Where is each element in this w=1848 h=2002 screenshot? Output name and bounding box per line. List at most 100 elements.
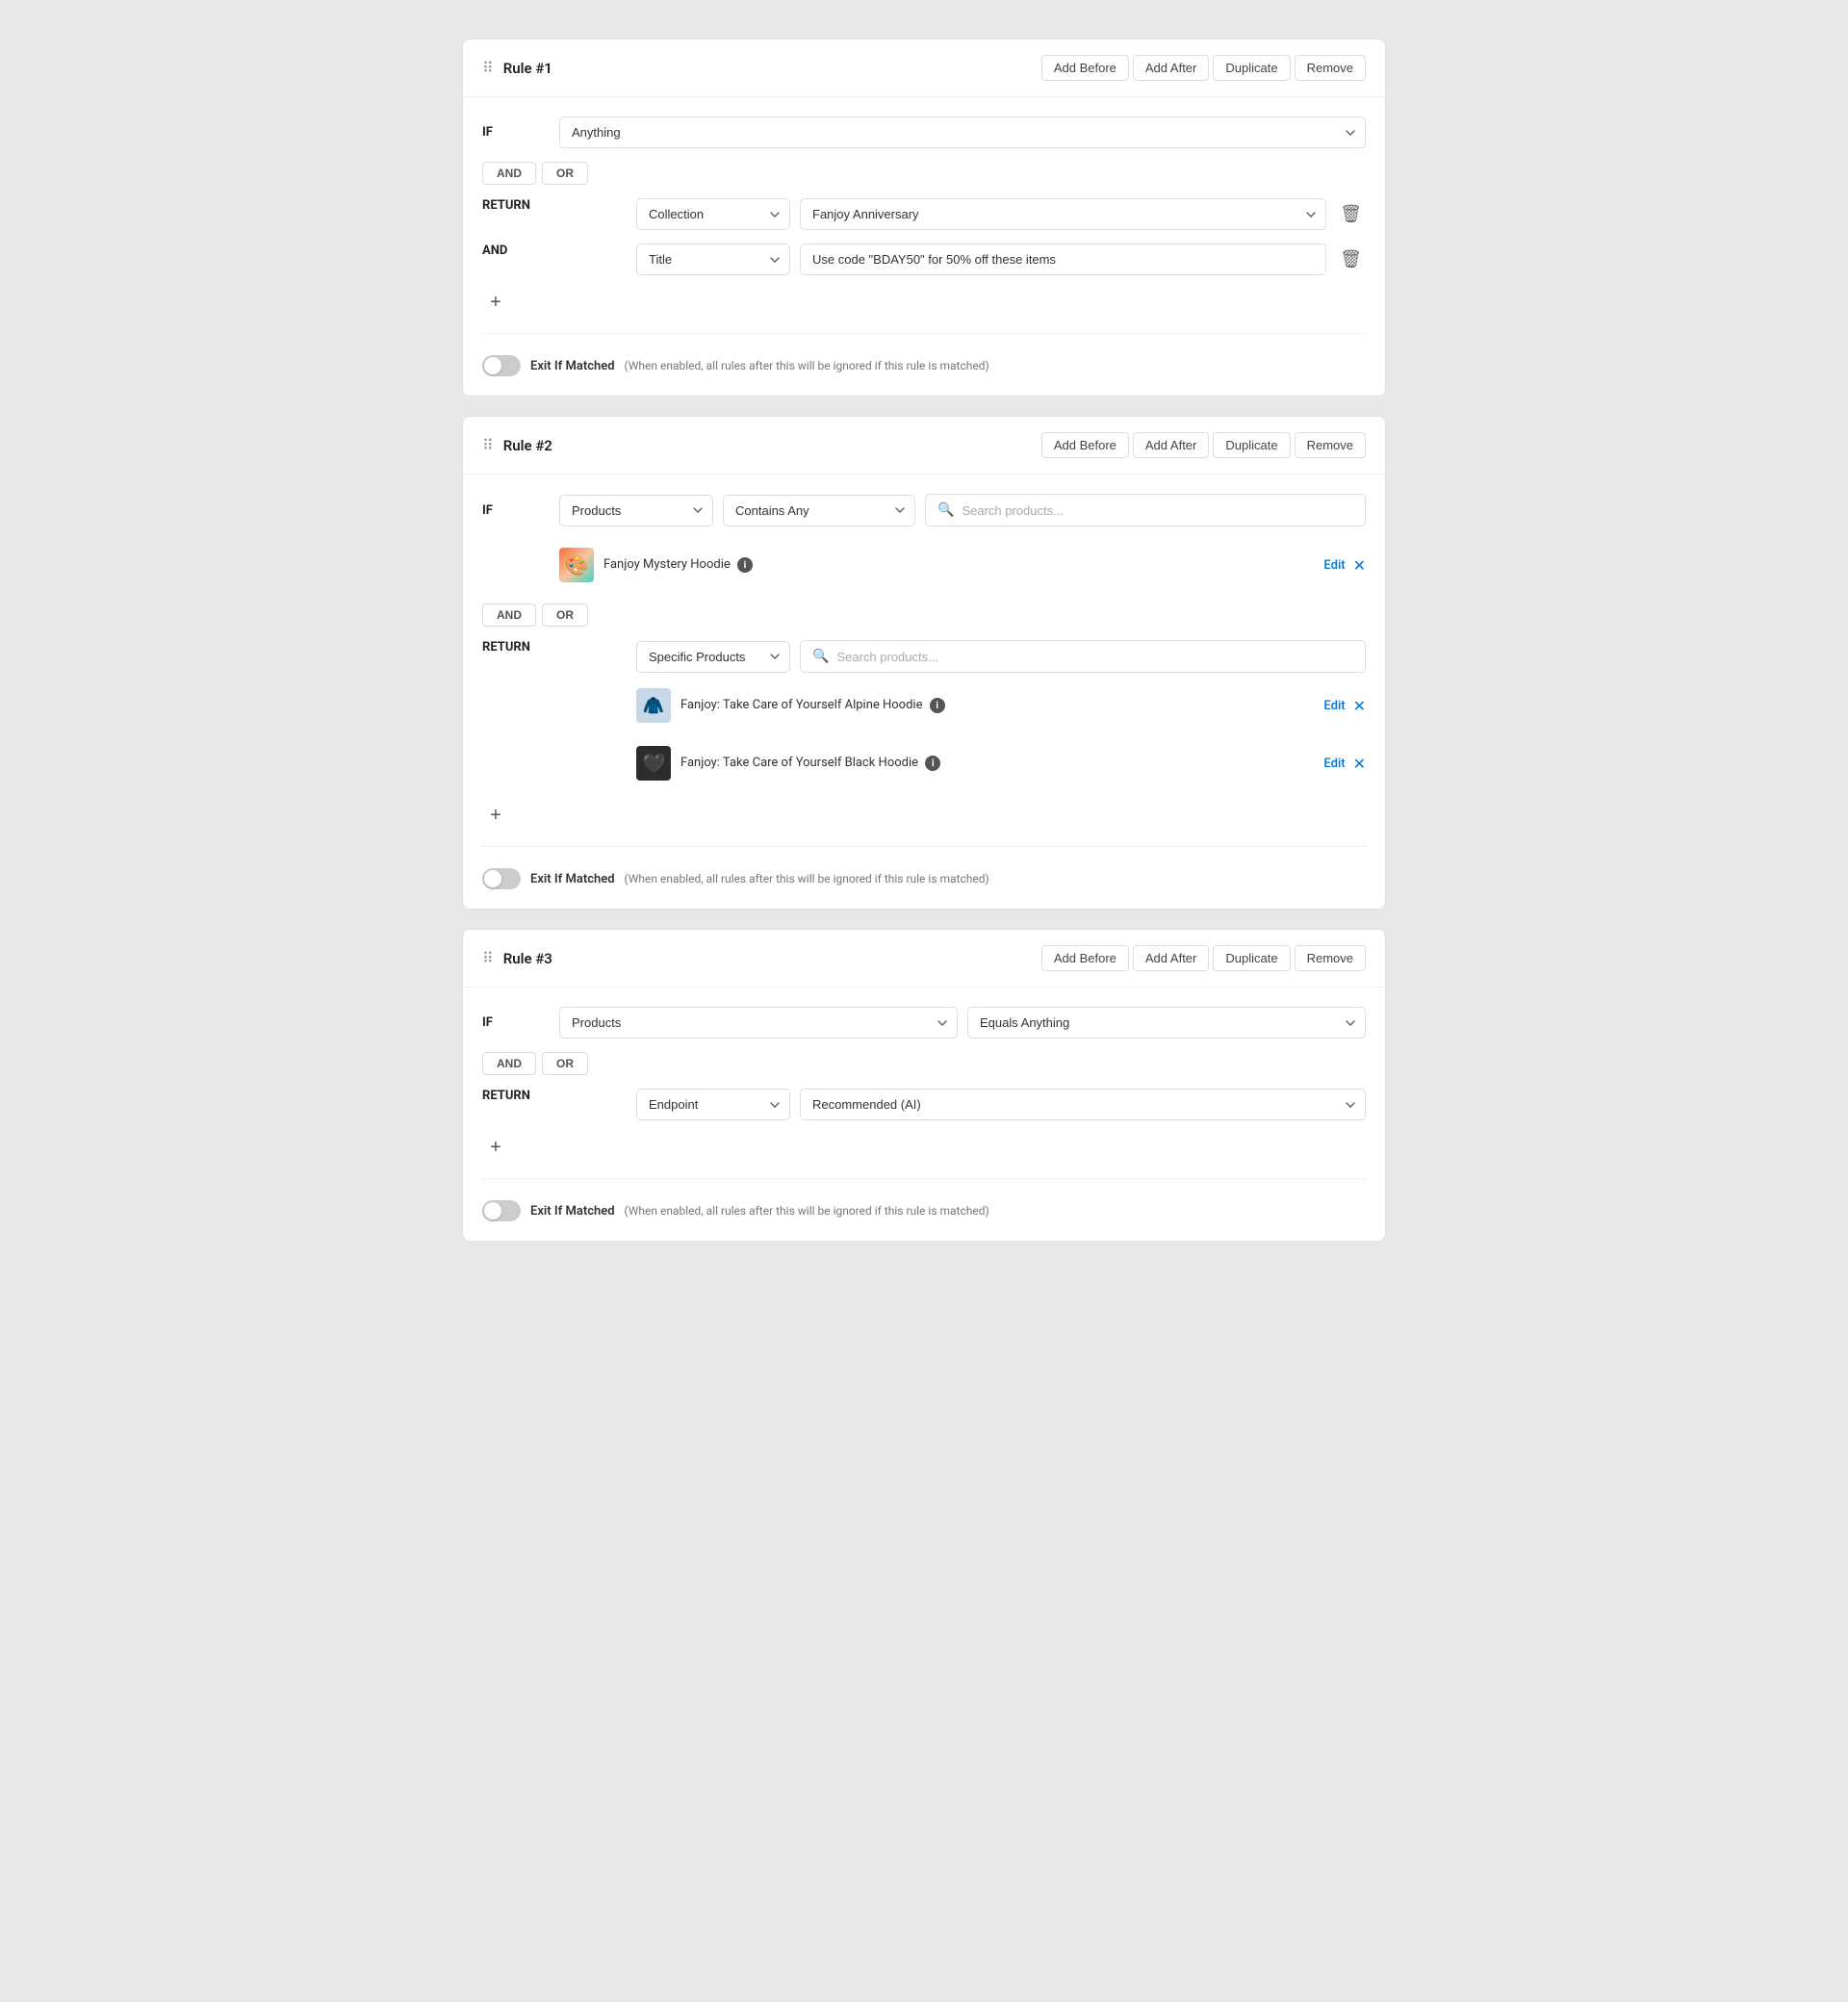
rule-2-return-product-0-info-icon[interactable]: i xyxy=(930,698,945,713)
rule-2-return-block: Specific Products 🔍 🧥 Fanjoy: Take Care … xyxy=(636,640,1366,788)
rule-2-return-product-0-remove-button[interactable]: ✕ xyxy=(1353,697,1366,715)
rule-2-return-product-1-name: Fanjoy: Take Care of Yourself Black Hood… xyxy=(680,756,1314,772)
rule-2-return-product-1-info-icon[interactable]: i xyxy=(925,756,940,771)
rule-2-if-product-0-edit-button[interactable]: Edit xyxy=(1323,558,1345,573)
rule-2-return-product-0-edit-button[interactable]: Edit xyxy=(1323,699,1345,713)
rule-1-return-value-select[interactable]: Fanjoy Anniversary xyxy=(800,198,1326,230)
rule-2-return-row: RETURN Specific Products 🔍 🧥 xyxy=(482,640,1366,788)
rule-1-return-delete-button[interactable]: 🗑 xyxy=(1336,200,1366,228)
rule-3-exit-row: Exit If Matched (When enabled, all rules… xyxy=(482,1196,1366,1221)
rule-1-if-label: IF xyxy=(482,125,550,140)
rule-1-and-block: Title 🗑 xyxy=(636,244,1366,275)
rule-1-exit-hint: (When enabled, all rules after this will… xyxy=(625,359,989,372)
rule-2-add-condition-row: + xyxy=(482,802,1366,829)
rule-2-if-product-0-remove-button[interactable]: ✕ xyxy=(1353,556,1366,575)
rule-2-add-after-button[interactable]: Add After xyxy=(1133,432,1209,458)
rule-2-and-button[interactable]: AND xyxy=(482,603,536,627)
rule-2-search-icon: 🔍 xyxy=(937,502,954,518)
rule-3-if-operator-select[interactable]: Equals Anything xyxy=(967,1007,1366,1039)
rule-2-return-product-1-edit-button[interactable]: Edit xyxy=(1323,757,1345,771)
rule-2-if-product-0-info-icon[interactable]: i xyxy=(737,557,753,573)
rule-2-if-product-0-thumb: 🎨 xyxy=(559,548,594,582)
rule-1-duplicate-button[interactable]: Duplicate xyxy=(1213,55,1290,81)
rule-1-and-field-select[interactable]: Title xyxy=(636,244,790,275)
rule-3-return-label: RETURN xyxy=(482,1089,550,1103)
rule-2-logic-row: AND OR xyxy=(482,603,1366,627)
rule-3-if-row: IF Products Equals Anything xyxy=(482,1007,1366,1039)
rule-3-exit-toggle[interactable] xyxy=(482,1200,521,1221)
rule-3-body: IF Products Equals Anything AND OR RETUR… xyxy=(463,988,1385,1241)
rule-3-return-value-select[interactable]: Recommended (AI) xyxy=(800,1089,1366,1120)
rule-2-return-product-0-name: Fanjoy: Take Care of Yourself Alpine Hoo… xyxy=(680,698,1314,714)
rule-2-body: IF Products Contains Any 🔍 🎨 Fanjoy Myst xyxy=(463,475,1385,909)
rule-1-exit-row: Exit If Matched (When enabled, all rules… xyxy=(482,351,1366,376)
rule-1-and-delete-button[interactable]: 🗑 xyxy=(1336,245,1366,273)
rule-1-and-value-input[interactable] xyxy=(800,244,1326,275)
rule-1-add-condition-row: + xyxy=(482,289,1366,316)
rule-3-duplicate-button[interactable]: Duplicate xyxy=(1213,945,1290,971)
rule-2-return-type-select[interactable]: Specific Products xyxy=(636,641,790,673)
rule-2-return-search-icon: 🔍 xyxy=(812,649,829,664)
rule-2-if-label: IF xyxy=(482,503,550,518)
rule-1-or-button[interactable]: OR xyxy=(542,162,588,185)
rule-2-if-product-0: 🎨 Fanjoy Mystery Hoodie i Edit ✕ xyxy=(559,540,1366,590)
rule-2-if-search-input[interactable] xyxy=(962,503,1353,518)
rule-2-return-label: RETURN xyxy=(482,640,550,654)
rule-1-exit-toggle[interactable] xyxy=(482,355,521,376)
rule-2-toggle-slider xyxy=(482,868,521,889)
rule-1-actions: Add Before Add After Duplicate Remove xyxy=(1041,55,1366,81)
rule-1-return-block: Collection Fanjoy Anniversary 🗑 xyxy=(636,198,1366,230)
rule-1-remove-button[interactable]: Remove xyxy=(1295,55,1366,81)
rule-2-header: ⠿ Rule #2 Add Before Add After Duplicate… xyxy=(463,417,1385,475)
rule-3-title-group: ⠿ Rule #3 xyxy=(482,949,552,967)
rule-2-return-product-1-remove-button[interactable]: ✕ xyxy=(1353,755,1366,773)
rule-3-or-button[interactable]: OR xyxy=(542,1052,588,1075)
rule-2-exit-hint: (When enabled, all rules after this will… xyxy=(625,872,989,886)
rule-2-exit-toggle[interactable] xyxy=(482,868,521,889)
rule-2-exit-row: Exit If Matched (When enabled, all rules… xyxy=(482,864,1366,889)
rule-3-if-field-select[interactable]: Products xyxy=(559,1007,958,1039)
rule-3-return-block: Endpoint Recommended (AI) xyxy=(636,1089,1366,1120)
rule-3-toggle-slider xyxy=(482,1200,521,1221)
rule-2-if-field-select[interactable]: Products xyxy=(559,495,713,526)
rule-2-add-condition-button[interactable]: + xyxy=(482,802,509,829)
rule-2-or-button[interactable]: OR xyxy=(542,603,588,627)
rule-2-if-product-0-actions: Edit ✕ xyxy=(1323,556,1366,575)
rule-1-exit-label: Exit If Matched xyxy=(530,359,615,373)
rule-3-add-before-button[interactable]: Add Before xyxy=(1041,945,1129,971)
rule-1-return-row: RETURN Collection Fanjoy Anniversary 🗑 xyxy=(482,198,1366,230)
rule-2-drag-handle-icon[interactable]: ⠿ xyxy=(482,436,494,454)
rule-3-card: ⠿ Rule #3 Add Before Add After Duplicate… xyxy=(462,929,1386,1242)
rule-1-return-type-select[interactable]: Collection xyxy=(636,198,790,230)
rule-2-if-operator-select[interactable]: Contains Any xyxy=(723,495,915,526)
rule-3-add-condition-button[interactable]: + xyxy=(482,1134,509,1161)
rule-3-drag-handle-icon[interactable]: ⠿ xyxy=(482,949,494,967)
rule-1-add-after-button[interactable]: Add After xyxy=(1133,55,1209,81)
rule-2-return-selects: Specific Products 🔍 xyxy=(636,640,1366,673)
rule-2-return-product-0-thumb: 🧥 xyxy=(636,688,671,723)
rule-2-return-search-input[interactable] xyxy=(836,650,1353,664)
rule-2-card: ⠿ Rule #2 Add Before Add After Duplicate… xyxy=(462,416,1386,910)
rule-2-duplicate-button[interactable]: Duplicate xyxy=(1213,432,1290,458)
rule-3-return-row: RETURN Endpoint Recommended (AI) xyxy=(482,1089,1366,1120)
rule-1-and-button[interactable]: AND xyxy=(482,162,536,185)
rule-3-add-after-button[interactable]: Add After xyxy=(1133,945,1209,971)
rule-3-return-selects: Endpoint Recommended (AI) xyxy=(636,1089,1366,1120)
rule-1-return-selects: Collection Fanjoy Anniversary 🗑 xyxy=(636,198,1366,230)
rule-1-logic-row: AND OR xyxy=(482,162,1366,185)
rule-1-add-before-button[interactable]: Add Before xyxy=(1041,55,1129,81)
rule-2-return-product-0: 🧥 Fanjoy: Take Care of Yourself Alpine H… xyxy=(636,680,1366,731)
rule-3-remove-button[interactable]: Remove xyxy=(1295,945,1366,971)
rule-1-toggle-slider xyxy=(482,355,521,376)
rule-1-if-field-select[interactable]: Anything xyxy=(559,116,1366,148)
rule-3-exit-label: Exit If Matched xyxy=(530,1204,615,1219)
rule-2-add-before-button[interactable]: Add Before xyxy=(1041,432,1129,458)
rule-2-remove-button[interactable]: Remove xyxy=(1295,432,1366,458)
rule-1-add-condition-button[interactable]: + xyxy=(482,289,509,316)
rule-3-and-button[interactable]: AND xyxy=(482,1052,536,1075)
rule-3-return-type-select[interactable]: Endpoint xyxy=(636,1089,790,1120)
drag-handle-icon[interactable]: ⠿ xyxy=(482,59,494,77)
rule-2-actions: Add Before Add After Duplicate Remove xyxy=(1041,432,1366,458)
rule-2-title: Rule #2 xyxy=(503,437,552,454)
rule-3-actions: Add Before Add After Duplicate Remove xyxy=(1041,945,1366,971)
